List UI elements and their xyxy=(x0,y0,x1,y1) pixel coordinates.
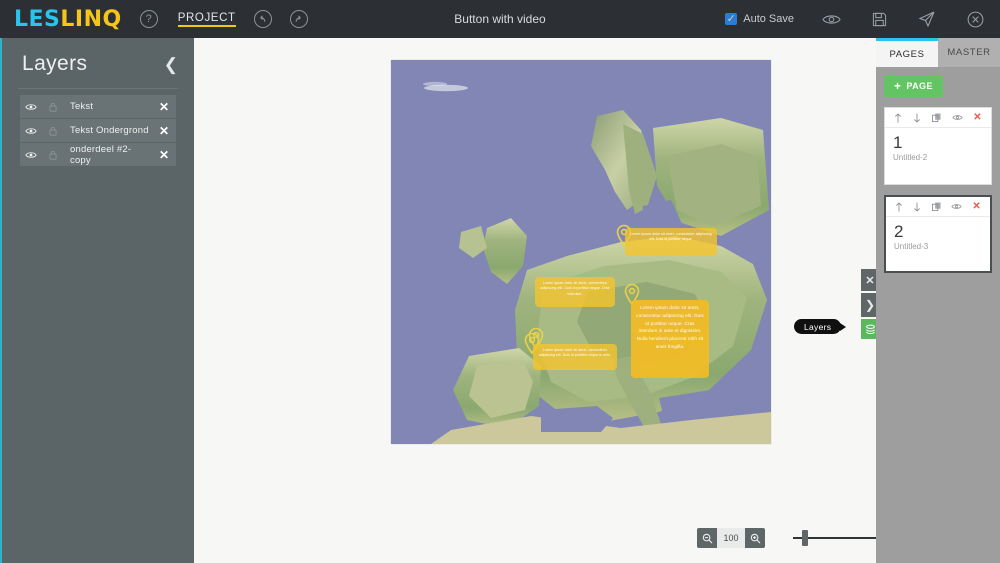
tab-pages[interactable]: PAGES xyxy=(876,38,938,67)
page-card[interactable]: ✕ 1 Untitled-2 xyxy=(884,107,992,185)
layer-row[interactable]: onderdeel #2-copy ✕ xyxy=(20,143,176,167)
zoom-level-value[interactable]: 100 xyxy=(717,528,745,548)
undo-circle-icon[interactable] xyxy=(253,10,272,28)
eye-icon[interactable] xyxy=(820,8,842,30)
page-canvas[interactable]: Lorem ipsum dolor sit amet, consectetur … xyxy=(391,60,771,444)
eye-icon[interactable] xyxy=(20,127,42,135)
zoom-controls: 100 xyxy=(697,528,879,548)
close-icon[interactable]: ✕ xyxy=(973,112,981,123)
layer-list: Tekst ✕ Tekst Ondergrond ✕ onderdeel #2-… xyxy=(2,95,194,167)
autosave-checkbox[interactable]: ✓ xyxy=(725,13,738,25)
top-header: LESLINQ ? PROJECT Button with video ✓ Au… xyxy=(0,0,1000,38)
lock-icon[interactable] xyxy=(42,126,64,136)
layers-panel: Layers ❮ Tekst ✕ Tekst Ondergrond ✕ onde… xyxy=(0,38,194,563)
layer-name: onderdeel #2-copy xyxy=(70,143,132,166)
page-card-tools: ✕ xyxy=(886,197,990,217)
add-page-label: PAGE xyxy=(906,81,933,91)
pages-panel: PAGES MASTER + PAGE ✕ 1 Untitled-2 ✕ 2 U… xyxy=(876,38,1000,563)
close-icon[interactable]: ✕ xyxy=(152,148,176,162)
marker-callout[interactable]: Lorem ipsum dolor sit amet, consectetur … xyxy=(533,344,617,370)
close-circle-icon[interactable] xyxy=(964,8,986,30)
eye-icon[interactable] xyxy=(951,203,962,210)
eye-icon[interactable] xyxy=(20,103,42,111)
add-page-button[interactable]: + PAGE xyxy=(884,75,943,97)
layers-tooltip: Layers xyxy=(794,319,847,334)
layers-divider xyxy=(18,88,178,89)
page-number: 2 xyxy=(894,222,904,241)
arrow-down-icon[interactable] xyxy=(913,113,921,123)
arrow-up-icon[interactable] xyxy=(894,112,902,123)
eye-icon[interactable] xyxy=(20,151,42,159)
layer-name: Tekst xyxy=(70,101,94,112)
zoom-slider-handle[interactable] xyxy=(802,530,808,546)
layer-row[interactable]: Tekst ✕ xyxy=(20,95,176,119)
autosave-toggle[interactable]: ✓ Auto Save xyxy=(719,13,794,25)
chevron-left-icon[interactable]: ❮ xyxy=(164,56,178,73)
autosave-label: Auto Save xyxy=(743,13,794,25)
lock-icon[interactable] xyxy=(42,150,64,160)
panel-tabs: PAGES MASTER xyxy=(876,38,1000,67)
close-icon[interactable]: ✕ xyxy=(152,124,176,138)
page-label: Untitled-2 xyxy=(893,153,928,162)
logo-les: LES xyxy=(14,6,61,32)
tab-master[interactable]: MASTER xyxy=(938,38,1000,67)
app-root: LESLINQ ? PROJECT Button with video ✓ Au… xyxy=(0,0,1000,563)
logo-linq: LINQ xyxy=(60,6,122,32)
header-right-group: ✓ Auto Save xyxy=(719,8,1000,30)
canvas-area[interactable]: Lorem ipsum dolor sit amet, consectetur … xyxy=(194,38,879,563)
marker-callout[interactable]: Lorem ipsum dolor sit amet, consectetur … xyxy=(625,228,717,256)
layer-name: Tekst Ondergrond xyxy=(70,125,149,136)
duplicate-icon[interactable] xyxy=(931,202,941,211)
magnifier-plus-icon[interactable] xyxy=(745,528,765,548)
paper-plane-icon[interactable] xyxy=(916,8,938,30)
project-link[interactable]: PROJECT xyxy=(177,12,236,27)
close-icon[interactable]: ✕ xyxy=(152,100,176,114)
duplicate-icon[interactable] xyxy=(931,113,941,122)
page-card[interactable]: ✕ 2 Untitled-3 xyxy=(884,195,992,273)
page-number: 1 xyxy=(893,133,903,152)
marker-callout[interactable]: Lorem ipsum dolor sit amet, consectetur … xyxy=(631,300,709,378)
eye-icon[interactable] xyxy=(951,114,963,121)
plus-icon: + xyxy=(894,79,902,93)
lock-icon[interactable] xyxy=(42,102,64,112)
zoom-button-group: 100 xyxy=(697,528,765,548)
page-label: Untitled-3 xyxy=(894,242,929,251)
question-circle-icon[interactable]: ? xyxy=(139,10,158,28)
layer-row[interactable]: Tekst Ondergrond ✕ xyxy=(20,119,176,143)
close-icon[interactable]: ✕ xyxy=(972,201,980,212)
app-logo[interactable]: LESLINQ xyxy=(14,7,122,32)
arrow-down-icon[interactable] xyxy=(913,202,921,212)
magnifier-minus-icon[interactable] xyxy=(697,528,717,548)
zoom-slider[interactable] xyxy=(793,528,879,548)
redo-circle-icon[interactable] xyxy=(289,10,308,28)
marker-callout[interactable]: Lorem ipsum dolor sit amet, consectetur … xyxy=(535,277,615,307)
pages-panel-body: + PAGE ✕ 1 Untitled-2 ✕ 2 Untitled-3 xyxy=(876,67,1000,281)
arrow-up-icon[interactable] xyxy=(895,201,903,212)
layers-panel-title: Layers xyxy=(22,52,88,75)
layers-header: Layers ❮ xyxy=(2,38,194,86)
floppy-disk-icon[interactable] xyxy=(868,8,890,30)
page-card-tools: ✕ xyxy=(885,108,991,128)
